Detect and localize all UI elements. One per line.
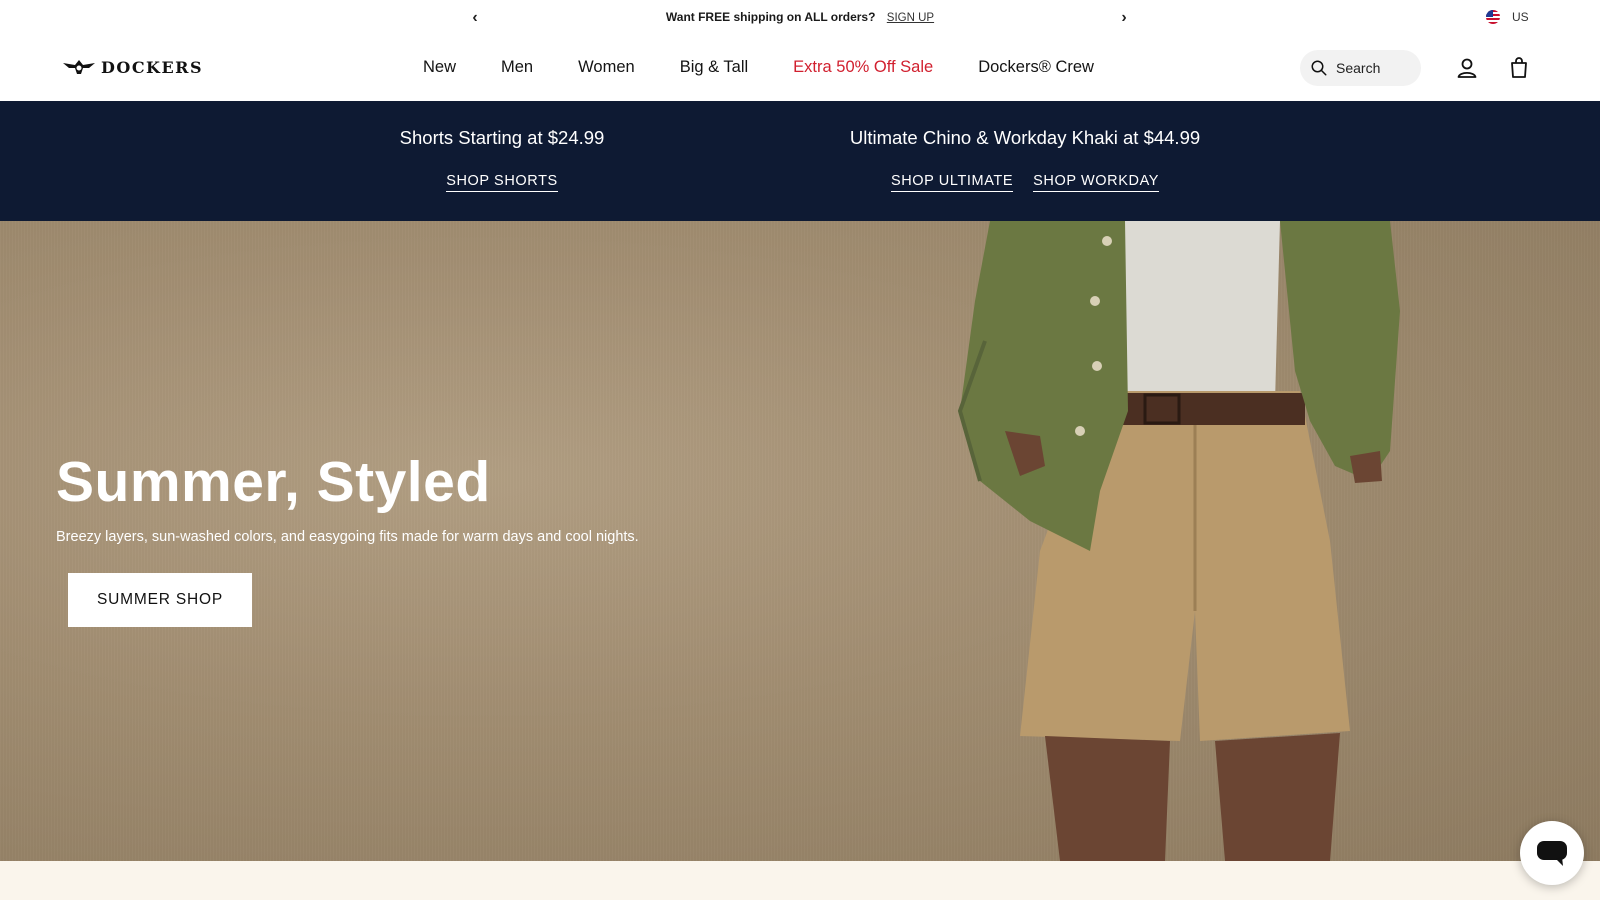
dockers-wing-icon [63, 60, 95, 74]
search-input[interactable]: Search [1300, 50, 1421, 86]
sign-up-link[interactable]: SIGN UP [887, 12, 934, 24]
promo-chino-heading: Ultimate Chino & Workday Khaki at $44.99 [849, 127, 1201, 148]
nav-item-sale[interactable]: Extra 50% Off Sale [793, 58, 933, 77]
hero-banner: Summer, Styled Breezy layers, sun-washed… [0, 221, 1600, 861]
search-icon [1311, 60, 1327, 76]
nav-item-women[interactable]: Women [578, 58, 635, 77]
hero-title: Summer, Styled [56, 450, 491, 514]
hero-subtitle: Breezy layers, sun-washed colors, and ea… [56, 529, 639, 545]
nav-item-men[interactable]: Men [501, 58, 533, 77]
nav-item-big-tall[interactable]: Big & Tall [680, 58, 748, 77]
main-nav: New Men Women Big & Tall Extra 50% Off S… [423, 58, 1139, 77]
promo-shorts: Shorts Starting at $24.99 SHOP SHORTS [352, 127, 652, 192]
promo-banner: Shorts Starting at $24.99 SHOP SHORTS Ul… [0, 101, 1600, 221]
locale-selector[interactable]: US [1486, 10, 1529, 24]
site-header: DOCKERS New Men Women Big & Tall Extra 5… [0, 36, 1600, 101]
next-section-strip [0, 861, 1600, 900]
announcement-bar: ‹ Want FREE shipping on ALL orders? SIGN… [0, 0, 1600, 36]
logo-wordmark: DOCKERS [101, 57, 203, 77]
cart-icon[interactable] [1507, 56, 1531, 80]
promo-shorts-heading: Shorts Starting at $24.99 [399, 127, 605, 148]
locale-label: US [1512, 10, 1529, 24]
shop-ultimate-link[interactable]: SHOP ULTIMATE [890, 173, 1014, 192]
announcement-text: Want FREE shipping on ALL orders? [665, 10, 876, 24]
account-icon[interactable] [1455, 56, 1479, 80]
nav-item-new[interactable]: New [423, 58, 456, 77]
summer-shop-button[interactable]: SUMMER SHOP [68, 573, 252, 627]
shop-workday-link[interactable]: SHOP WORKDAY [1033, 173, 1160, 192]
nav-item-dockers-crew[interactable]: Dockers® Crew [978, 58, 1094, 77]
shop-shorts-link[interactable]: SHOP SHORTS [446, 173, 558, 192]
promo-chino: Ultimate Chino & Workday Khaki at $44.99… [825, 127, 1225, 192]
search-placeholder: Search [1336, 60, 1381, 76]
hero-model-image [957, 221, 1400, 861]
dockers-logo[interactable]: DOCKERS [61, 56, 203, 78]
chat-glyph [1537, 841, 1567, 866]
announcement-message: Want FREE shipping on ALL orders? SIGN U… [0, 10, 1600, 24]
chat-bubble-icon[interactable] [1520, 821, 1584, 885]
chevron-right-icon[interactable]: › [1114, 8, 1134, 28]
us-flag-icon [1486, 10, 1500, 24]
